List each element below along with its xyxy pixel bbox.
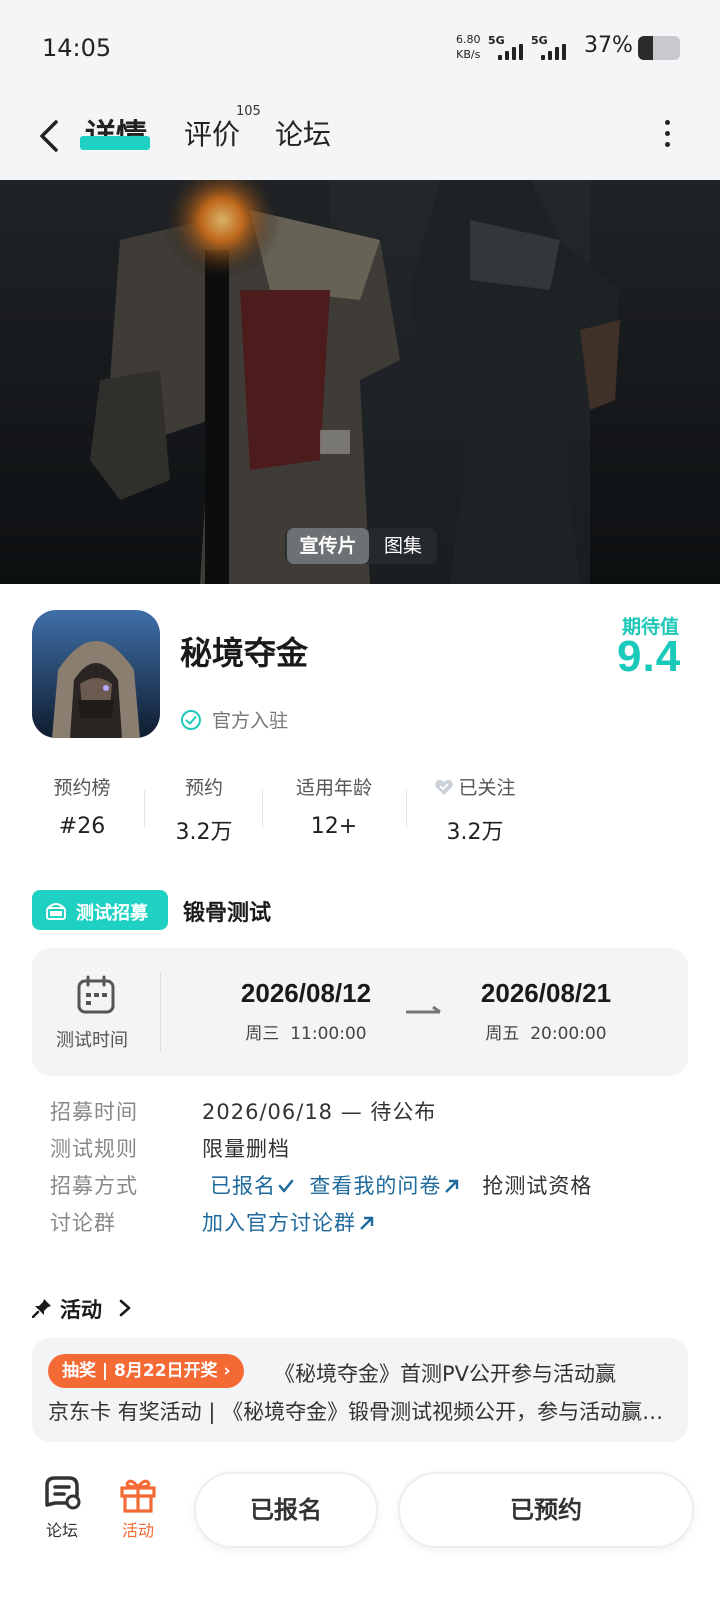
stat-value: 3.2万	[446, 820, 504, 845]
tab-promo-video[interactable]: 宣传片	[287, 528, 369, 564]
row-key: 招募时间	[50, 1100, 138, 1124]
test-recruitment-badge: 测试招募	[32, 890, 168, 930]
start-date: 2026/08/12	[240, 978, 372, 1008]
external-link-icon	[360, 1216, 374, 1230]
bottom-activity[interactable]: 活动	[108, 1475, 168, 1541]
start-time: 11:00:00	[290, 1024, 367, 1044]
grab-test-qualification[interactable]: 抢测试资格	[482, 1174, 592, 1198]
test-name: 锻骨测试	[183, 901, 272, 926]
stat-reservation-rank[interactable]: 预约榜 #26	[50, 773, 114, 839]
forum-icon	[45, 1476, 81, 1510]
active-tab-indicator	[80, 136, 150, 150]
verified-label: 官方入驻	[212, 710, 289, 732]
signal-icon: 5G	[488, 34, 524, 60]
tab-reviews[interactable]: 评价	[184, 113, 240, 153]
heart-check-icon	[435, 779, 454, 795]
test-end: 2026/08/21 周五 20:00:00	[456, 978, 636, 1044]
row-key: 讨论群	[50, 1211, 116, 1235]
row-key: 招募方式	[50, 1174, 138, 1198]
stat-label: 已关注	[458, 777, 516, 799]
arrow-right-icon	[406, 1005, 441, 1014]
divider	[144, 790, 145, 828]
more-options-icon[interactable]	[663, 120, 671, 152]
divider	[160, 972, 161, 1052]
promo-video[interactable]	[0, 180, 720, 584]
back-icon[interactable]	[36, 114, 68, 158]
stat-value: #26	[58, 814, 106, 839]
signal-icon-2: 5G	[531, 34, 567, 60]
battery-icon	[638, 36, 680, 60]
check-circle-icon	[181, 710, 201, 730]
status-time: 14:05	[42, 34, 112, 62]
network-speed: 6.80 KB/s	[456, 32, 481, 62]
row-value: 限量删档	[202, 1137, 290, 1161]
activity-title: 活动	[60, 1298, 102, 1322]
reserved-button[interactable]: 已预约	[398, 1472, 694, 1548]
status-bar: 14:05 6.80 KB/s 5G 5G 37%	[0, 0, 720, 96]
end-weekday: 周五	[485, 1024, 520, 1044]
network-speed-unit: KB/s	[456, 48, 481, 61]
row-value: 2026/06/18 — 待公布	[202, 1100, 437, 1124]
registered-status: 已报名	[210, 1174, 276, 1198]
pin-icon	[32, 1299, 51, 1318]
divider	[262, 790, 263, 828]
activity-text-line1: 《秘境夺金》首测PV公开参与活动赢	[274, 1362, 617, 1386]
activity-card[interactable]: 抽奖 | 8月22日开奖 › 《秘境夺金》首测PV公开参与活动赢 京东卡 有奖活…	[32, 1338, 688, 1442]
lottery-badge: 抽奖 | 8月22日开奖 ›	[48, 1354, 245, 1388]
gift-icon	[120, 1479, 156, 1513]
review-count-badge: 105	[236, 104, 261, 119]
stat-age-rating[interactable]: 适用年龄 12+	[292, 773, 376, 839]
test-icon	[46, 903, 66, 920]
test-time-card: 测试时间 2026/08/12 周三 11:00:00 2026/08/21 周…	[32, 948, 688, 1076]
stat-label: 适用年龄	[295, 777, 372, 799]
calendar-icon	[77, 975, 115, 1014]
battery-percent: 37%	[584, 33, 633, 58]
divider	[406, 790, 407, 828]
stat-value: 12+	[310, 814, 358, 839]
stat-reservations: 预约 3.2万	[172, 773, 236, 846]
expectation-score: 9.4	[617, 632, 682, 681]
start-weekday: 周三	[245, 1024, 280, 1044]
stat-label: 预约榜	[53, 777, 111, 799]
test-start: 2026/08/12 周三 11:00:00	[216, 978, 396, 1044]
activity-text-line2: 京东卡 有奖活动 | 《秘境夺金》锻骨测试视频公开，参与活动赢京东卡	[48, 1400, 678, 1424]
tab-forum[interactable]: 论坛	[275, 113, 331, 153]
test-time-label: 测试时间	[56, 1030, 128, 1051]
external-link-icon	[445, 1179, 459, 1193]
stat-followed[interactable]: 已关注 3.2万	[432, 773, 518, 846]
bottom-activity-label: 活动	[121, 1521, 154, 1540]
registered-button[interactable]: 已报名	[194, 1472, 378, 1548]
check-icon	[278, 1179, 294, 1193]
tab-gallery[interactable]: 图集	[375, 528, 431, 564]
network-speed-value: 6.80	[456, 33, 481, 46]
view-questionnaire-link[interactable]: 查看我的问卷	[309, 1174, 441, 1198]
row-key: 测试规则	[50, 1137, 138, 1161]
promo-video-frame	[0, 180, 720, 584]
bottom-forum[interactable]: 论坛	[32, 1475, 92, 1541]
game-title: 秘境夺金	[180, 634, 309, 672]
stat-label: 预约	[184, 777, 223, 799]
stat-value: 3.2万	[175, 820, 233, 845]
game-icon[interactable]	[32, 610, 160, 738]
media-tabs: 宣传片 图集	[285, 528, 437, 564]
chevron-right-icon	[119, 1299, 131, 1317]
end-date: 2026/08/21	[480, 978, 612, 1008]
join-group-link[interactable]: 加入官方讨论群	[202, 1211, 356, 1235]
bottom-forum-label: 论坛	[45, 1521, 78, 1540]
recruitment-badge-label: 测试招募	[76, 903, 148, 924]
end-time: 20:00:00	[530, 1024, 607, 1044]
